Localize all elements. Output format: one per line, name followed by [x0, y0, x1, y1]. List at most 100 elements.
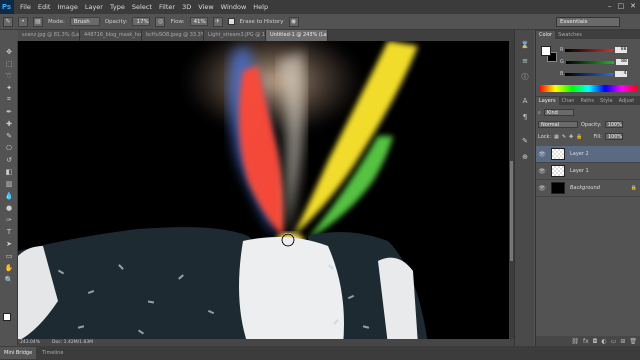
tab-chan[interactable]: Chan: [559, 97, 578, 105]
delete-layer-icon[interactable]: 🗑: [629, 338, 637, 345]
history-brush-icon[interactable]: ↺: [3, 155, 15, 164]
menu-filter[interactable]: Filter: [159, 3, 175, 11]
slider-value-field[interactable]: 88: [615, 47, 628, 53]
lasso-tool-icon[interactable]: ➰: [3, 71, 15, 80]
visibility-eye-icon[interactable]: 👁: [536, 168, 548, 175]
layer-name[interactable]: Background: [570, 185, 600, 191]
pressure-opacity-icon[interactable]: ◎: [155, 16, 166, 27]
bottom-tab-timeline[interactable]: Timeline: [38, 347, 67, 359]
menu-edit[interactable]: Edit: [38, 3, 51, 11]
opacity-field[interactable]: 17%: [132, 17, 151, 26]
erase-history-checkbox[interactable]: [227, 18, 235, 25]
scrollbar-thumb[interactable]: [510, 161, 513, 261]
menu-type[interactable]: Type: [110, 3, 125, 11]
zoom-readout[interactable]: 243.04%: [20, 340, 40, 345]
layer-name[interactable]: Layer 2: [570, 151, 589, 157]
minimize-icon[interactable]: –: [608, 2, 612, 10]
eraser-tool-icon[interactable]: ◧: [3, 167, 15, 176]
crop-tool-icon[interactable]: ⌗: [3, 95, 15, 104]
mode-select[interactable]: Brush: [69, 17, 100, 26]
fill-field[interactable]: 100%: [604, 133, 623, 140]
airbrush-icon[interactable]: ✈: [212, 16, 223, 27]
menu-select[interactable]: Select: [132, 3, 152, 11]
slider-track[interactable]: [565, 72, 614, 76]
document-canvas[interactable]: [18, 41, 509, 345]
history-icon[interactable]: ⌛: [520, 40, 530, 50]
visibility-eye-icon[interactable]: 👁: [536, 185, 548, 192]
bottom-tab-mini-bridge[interactable]: Mini Bridge: [0, 347, 37, 359]
slider-value-field[interactable]: 4: [615, 71, 628, 77]
brush-size-icon[interactable]: •: [18, 16, 28, 27]
gradient-tool-icon[interactable]: ▥: [3, 179, 15, 188]
slider-value-field[interactable]: 88: [615, 59, 628, 65]
character-icon[interactable]: A: [520, 96, 530, 106]
menu-3d[interactable]: 3D: [182, 3, 191, 11]
brush-presets-icon[interactable]: ✎: [520, 136, 530, 146]
menu-view[interactable]: View: [198, 3, 213, 11]
doc-tab[interactable]: bcHuSO8.jpeg @ 33.3% (BGB/...: [142, 30, 204, 41]
flow-field[interactable]: 41%: [189, 17, 208, 26]
marquee-tool-icon[interactable]: ⬚: [3, 59, 15, 68]
tab-style[interactable]: Style: [597, 97, 616, 105]
maximize-icon[interactable]: □: [618, 2, 625, 10]
path-select-icon[interactable]: ➤: [3, 239, 15, 248]
doc-tab[interactable]: 448716_blog_mask_horizontal.jpg: [80, 30, 142, 41]
layer-name[interactable]: Layer 1: [570, 168, 589, 174]
pressure-size-icon[interactable]: ◉: [288, 16, 299, 27]
layer-row[interactable]: 👁 Layer 1: [536, 163, 640, 180]
type-tool-icon[interactable]: T: [3, 227, 15, 236]
tab-layers[interactable]: Layers: [536, 96, 559, 105]
new-layer-icon[interactable]: ⊞: [620, 338, 625, 345]
workspace-select[interactable]: Essentials: [556, 17, 620, 27]
doc-size-readout[interactable]: Doc: 1.42M/1.83M: [52, 340, 93, 345]
slider-track[interactable]: [565, 48, 614, 52]
menu-file[interactable]: File: [20, 3, 31, 11]
hand-tool-icon[interactable]: ✋: [3, 263, 15, 272]
brush-tool-icon[interactable]: ✎: [3, 131, 15, 140]
info-icon[interactable]: ⓘ: [520, 72, 530, 82]
color-spectrum[interactable]: [539, 85, 638, 92]
doc-tab[interactable]: scenz.jpg @ 81.3% (Layer 1, R...: [18, 30, 80, 41]
visibility-eye-icon[interactable]: 👁: [536, 151, 548, 158]
menu-help[interactable]: Help: [253, 3, 268, 11]
tab-color[interactable]: Color: [536, 30, 556, 39]
lock-transparency-icon[interactable]: ▦: [554, 134, 559, 140]
doc-tab[interactable]: Light_stream3.JPG @ 16.7% (L...: [204, 30, 266, 41]
slider-track[interactable]: [565, 60, 614, 64]
lock-all-icon[interactable]: 🔒: [576, 134, 582, 140]
brush-panel-icon[interactable]: ▤: [33, 16, 43, 27]
blur-tool-icon[interactable]: 💧: [3, 191, 15, 200]
clone-source-icon[interactable]: ⊕: [520, 152, 530, 162]
add-mask-icon[interactable]: ◘: [593, 338, 598, 345]
group-icon[interactable]: ▭: [611, 338, 617, 345]
zoom-tool-icon[interactable]: 🔍: [3, 275, 15, 284]
foreground-color-swatch[interactable]: [541, 46, 551, 56]
dodge-tool-icon[interactable]: ●: [3, 203, 15, 212]
lock-pixels-icon[interactable]: ✎: [562, 134, 566, 140]
layer-row[interactable]: 👁 Layer 2: [536, 146, 640, 163]
blend-mode-select[interactable]: Normal: [538, 121, 578, 128]
eraser-tool-preset-icon[interactable]: ✎: [3, 16, 13, 27]
move-tool-icon[interactable]: ✥: [3, 47, 15, 56]
tab-swatches[interactable]: Swatches: [555, 31, 585, 39]
menu-window[interactable]: Window: [221, 3, 247, 11]
adjustment-icon[interactable]: ◐: [601, 338, 606, 345]
layer-opacity-field[interactable]: 100%: [604, 121, 623, 128]
tab-paths[interactable]: Paths: [577, 97, 597, 105]
quick-select-icon[interactable]: ✦: [3, 83, 15, 92]
close-icon[interactable]: ✕: [630, 2, 636, 10]
doc-tab[interactable]: Untitled-1 @ 243% (Layer 2, RGB/8) *: [266, 30, 328, 41]
shape-tool-icon[interactable]: ▭: [3, 251, 15, 260]
clone-stamp-icon[interactable]: ⎔: [3, 143, 15, 152]
healing-brush-icon[interactable]: ✚: [3, 119, 15, 128]
menu-layer[interactable]: Layer: [85, 3, 103, 11]
properties-icon[interactable]: ≡: [520, 56, 530, 66]
eyedropper-icon[interactable]: ✒: [3, 107, 15, 116]
menu-image[interactable]: Image: [57, 3, 77, 11]
fx-icon[interactable]: fx: [583, 338, 589, 345]
tab-adjust[interactable]: Adjust: [616, 97, 638, 105]
pen-tool-icon[interactable]: ✑: [3, 215, 15, 224]
layer-row[interactable]: 👁 Background 🔒: [536, 180, 640, 197]
lock-position-icon[interactable]: ✥: [569, 134, 573, 140]
toolbar-foreground-swatch[interactable]: [3, 313, 11, 321]
